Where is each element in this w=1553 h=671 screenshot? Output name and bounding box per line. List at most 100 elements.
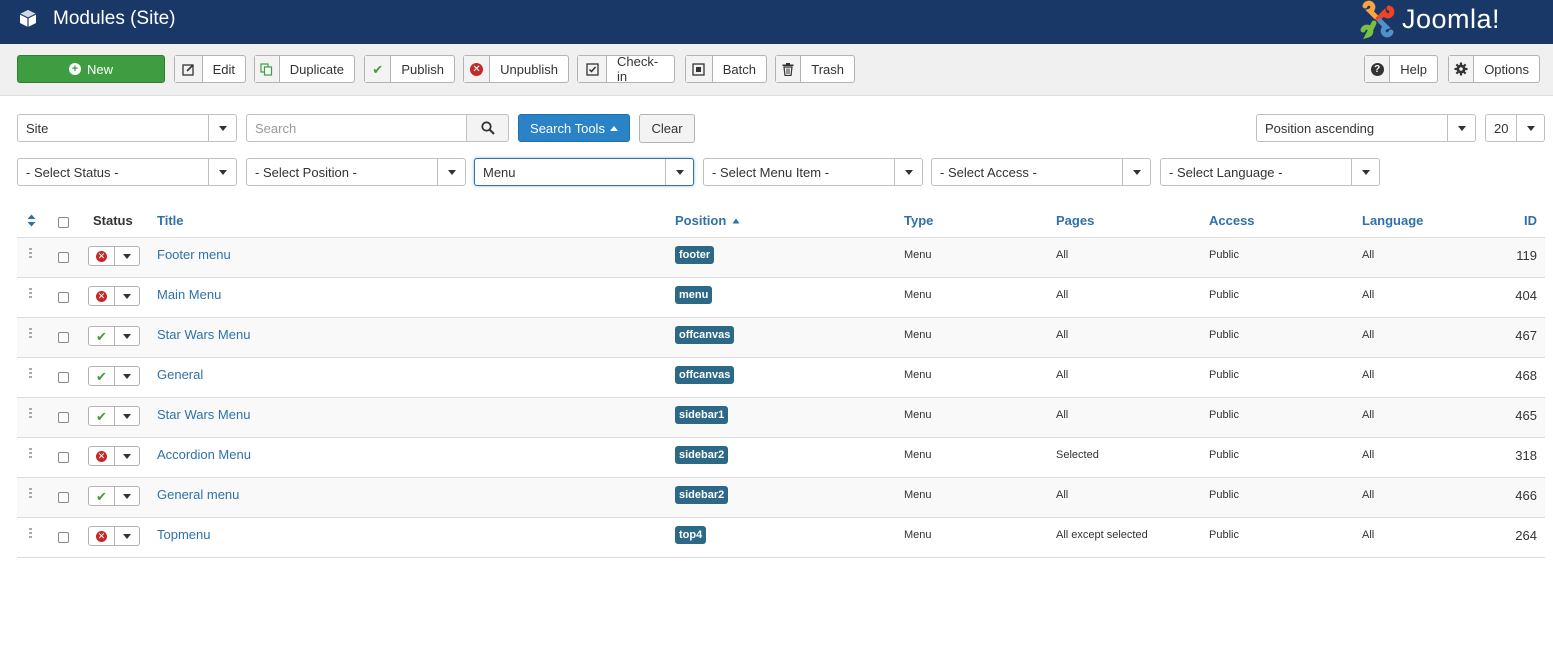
select-all-checkbox[interactable]	[58, 217, 69, 228]
position-filter-select[interactable]: - Select Position -	[246, 158, 466, 186]
chevron-down-icon	[123, 293, 131, 299]
status-dropdown-button[interactable]	[115, 487, 139, 505]
column-header-status[interactable]: Status	[93, 213, 133, 228]
ordering-select[interactable]: Position ascending	[1256, 114, 1476, 142]
help-icon: ?	[1365, 56, 1391, 82]
module-title-link[interactable]: General	[157, 367, 203, 382]
module-access: Public	[1209, 249, 1239, 261]
options-button[interactable]: Options	[1448, 55, 1540, 83]
page-title: Modules (Site)	[53, 8, 176, 29]
sort-ordering-icon[interactable]	[27, 214, 36, 230]
status-toggle[interactable]: ✔	[88, 486, 140, 506]
status-dropdown-button[interactable]	[115, 407, 139, 425]
status-toggle-button[interactable]: ✕	[89, 247, 115, 265]
publish-button[interactable]: ✔ Publish	[364, 55, 455, 83]
module-title-link[interactable]: Footer menu	[157, 247, 231, 262]
module-title-link[interactable]: Star Wars Menu	[157, 407, 250, 422]
search-button[interactable]	[466, 114, 509, 142]
status-toggle-button[interactable]: ✔	[89, 367, 115, 385]
chevron-down-icon	[1516, 115, 1544, 141]
status-toggle-button[interactable]: ✕	[89, 447, 115, 465]
status-toggle[interactable]: ✕	[88, 526, 140, 546]
status-toggle[interactable]: ✕	[88, 286, 140, 306]
drag-handle-icon[interactable]	[29, 248, 33, 260]
batch-icon	[686, 56, 713, 82]
row-checkbox[interactable]	[58, 252, 69, 263]
status-toggle-button[interactable]: ✔	[89, 407, 115, 425]
search-tools-button[interactable]: Search Tools	[518, 114, 630, 142]
chevron-down-icon	[123, 413, 131, 419]
help-button[interactable]: ? Help	[1364, 55, 1438, 83]
status-dropdown-button[interactable]	[115, 327, 139, 345]
status-dropdown-button[interactable]	[115, 447, 139, 465]
module-id: 468	[1515, 368, 1537, 383]
drag-handle-icon[interactable]	[29, 288, 33, 300]
column-header-language[interactable]: Language	[1362, 213, 1423, 228]
column-header-type[interactable]: Type	[904, 213, 933, 228]
checkin-button[interactable]: Check-in	[577, 54, 675, 84]
access-filter-select[interactable]: - Select Access -	[931, 158, 1151, 186]
module-pages: All	[1056, 249, 1069, 261]
chevron-down-icon	[123, 253, 131, 259]
column-header-pages[interactable]: Pages	[1056, 213, 1094, 228]
status-dropdown-button[interactable]	[115, 367, 139, 385]
module-title-link[interactable]: Main Menu	[157, 287, 221, 302]
row-checkbox[interactable]	[58, 372, 69, 383]
module-access: Public	[1209, 329, 1239, 341]
drag-handle-icon[interactable]	[29, 408, 33, 420]
chevron-down-icon	[123, 493, 131, 499]
status-toggle[interactable]: ✕	[88, 246, 140, 266]
drag-handle-icon[interactable]	[29, 328, 33, 340]
new-button[interactable]: + New	[17, 55, 165, 83]
trash-button[interactable]: Trash	[775, 55, 855, 83]
batch-button[interactable]: Batch	[685, 55, 767, 83]
unpublish-button[interactable]: ✕ Unpublish	[463, 55, 569, 83]
module-pages: All	[1056, 489, 1069, 501]
search-input[interactable]	[246, 114, 467, 142]
limit-select[interactable]: 20	[1485, 114, 1545, 142]
chevron-down-icon	[1122, 159, 1150, 185]
row-checkbox[interactable]	[58, 532, 69, 543]
status-toggle-button[interactable]: ✕	[89, 527, 115, 545]
status-dropdown-button[interactable]	[115, 287, 139, 305]
status-toggle[interactable]: ✕	[88, 446, 140, 466]
column-header-id[interactable]: ID	[1524, 213, 1537, 228]
row-checkbox[interactable]	[58, 292, 69, 303]
module-title-link[interactable]: Topmenu	[157, 527, 210, 542]
drag-handle-icon[interactable]	[29, 488, 33, 500]
row-checkbox[interactable]	[58, 452, 69, 463]
edit-button[interactable]: Edit	[174, 55, 246, 83]
clear-button[interactable]: Clear	[639, 114, 695, 143]
caret-up-icon	[609, 125, 618, 131]
drag-handle-icon[interactable]	[29, 448, 33, 460]
status-toggle[interactable]: ✔	[88, 406, 140, 426]
status-toggle-button[interactable]: ✔	[89, 487, 115, 505]
chevron-down-icon	[208, 115, 236, 141]
menu-item-filter-select[interactable]: - Select Menu Item -	[703, 158, 923, 186]
status-toggle[interactable]: ✔	[88, 326, 140, 346]
row-checkbox[interactable]	[58, 412, 69, 423]
status-toggle-button[interactable]: ✕	[89, 287, 115, 305]
row-checkbox[interactable]	[58, 332, 69, 343]
row-checkbox[interactable]	[58, 492, 69, 503]
plus-icon: +	[68, 63, 81, 75]
position-badge: offcanvas	[675, 326, 735, 344]
client-select[interactable]: Site	[17, 114, 237, 142]
column-header-position[interactable]: Position	[675, 213, 740, 228]
status-filter-select[interactable]: - Select Status -	[17, 158, 237, 186]
status-dropdown-button[interactable]	[115, 527, 139, 545]
duplicate-button[interactable]: Duplicate	[254, 55, 355, 83]
module-title-link[interactable]: Star Wars Menu	[157, 327, 250, 342]
module-title-link[interactable]: Accordion Menu	[157, 447, 251, 462]
drag-handle-icon[interactable]	[29, 368, 33, 380]
published-check-icon: ✔	[96, 368, 107, 384]
column-header-access[interactable]: Access	[1209, 213, 1255, 228]
column-header-title[interactable]: Title	[157, 213, 184, 228]
status-toggle[interactable]: ✔	[88, 366, 140, 386]
module-type-filter-select[interactable]: Menu	[474, 158, 694, 186]
status-toggle-button[interactable]: ✔	[89, 327, 115, 345]
module-title-link[interactable]: General menu	[157, 487, 239, 502]
drag-handle-icon[interactable]	[29, 528, 33, 540]
status-dropdown-button[interactable]	[115, 247, 139, 265]
language-filter-select[interactable]: - Select Language -	[1160, 158, 1380, 186]
